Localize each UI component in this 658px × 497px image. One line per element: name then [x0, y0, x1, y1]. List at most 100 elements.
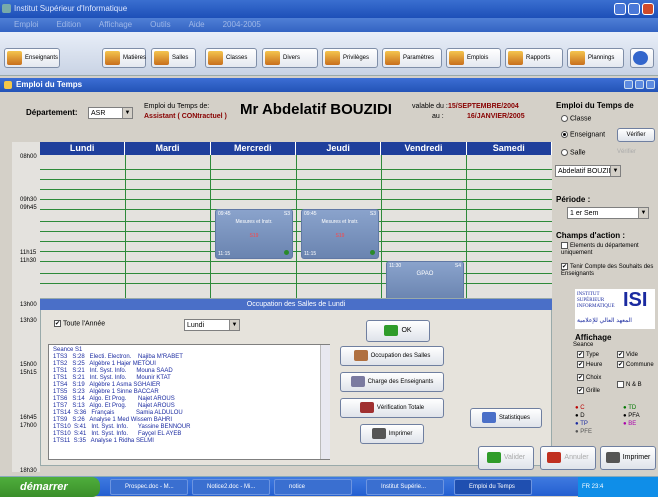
verification-totale-button[interactable]: Vérification Totale: [340, 398, 444, 418]
time-label: 15h15: [20, 370, 37, 376]
inner-minimize-button[interactable]: [624, 80, 633, 89]
schedule-card[interactable]: 09:45 S3 Mesures et Instr. S19 11:15: [215, 209, 293, 259]
schedule-grid[interactable]: 09:45 S3 Mesures et Instr. S19 11:15 09:…: [40, 155, 552, 298]
menu-year[interactable]: 2004-2005: [223, 20, 261, 29]
check-icon: [486, 451, 501, 463]
report-icon: [508, 51, 523, 65]
card-title: Mesures et Instr.: [321, 219, 359, 225]
grid-line: [40, 199, 552, 200]
salles-button[interactable]: Salles: [151, 48, 196, 68]
dept-select[interactable]: ASR ▼: [88, 107, 133, 119]
task-notice2[interactable]: Notice2.doc - Mi...: [192, 479, 270, 495]
affichage-label: Affichage: [575, 333, 612, 342]
menu-edition[interactable]: Edition: [56, 20, 80, 29]
time-label: 11h30: [20, 258, 37, 264]
statistiques-button[interactable]: Statistiques: [470, 408, 542, 428]
valid-to-label: au :: [432, 113, 444, 120]
toolbar: Enseignants Matières Salles Classes Dive…: [0, 32, 658, 76]
maximize-button[interactable]: [628, 3, 640, 15]
classes-button[interactable]: Classes: [205, 48, 257, 68]
rapports-button[interactable]: Rapports: [505, 48, 563, 68]
parametres-button[interactable]: Paramètres: [382, 48, 442, 68]
grille-checkbox[interactable]: ✔ Grille: [577, 387, 600, 394]
minimize-button[interactable]: [614, 3, 626, 15]
grid-divider: [381, 155, 382, 298]
time-label: 13h00: [20, 302, 37, 308]
day-vendredi: Vendredi: [381, 142, 467, 155]
verifier-button[interactable]: Vérifier: [617, 128, 655, 142]
enseignants-button[interactable]: Enseignants: [4, 48, 60, 68]
legend-tp: ● TP: [575, 421, 588, 427]
task-prospec[interactable]: Prospec.doc - M...: [110, 479, 188, 495]
annuler-button[interactable]: Annuler: [540, 446, 596, 470]
grid-divider: [466, 155, 467, 298]
valider-button[interactable]: Valider: [478, 446, 534, 470]
grid-divider: [296, 155, 297, 298]
legend-pfe: ● PFE: [575, 429, 592, 435]
verify-icon: [359, 401, 374, 413]
chevron-down-icon: ▼: [610, 166, 620, 176]
heure-checkbox[interactable]: ✔ Heure: [577, 361, 602, 368]
task-notice[interactable]: notice: [274, 479, 352, 495]
schedule-card[interactable]: 09:45 S3 Mesures et Instr. S19 11:15: [301, 209, 379, 259]
toute-annee-checkbox[interactable]: ✔ Toute l'Année: [54, 320, 105, 327]
schedule-header: Département: ASR ▼ Emploi du Temps de: As…: [12, 95, 552, 135]
menu-aide[interactable]: Aide: [189, 20, 205, 29]
printer-icon: [605, 451, 620, 463]
radio-enseignant[interactable]: Enseignant: [561, 131, 605, 138]
commune-checkbox[interactable]: ✔ Commune: [617, 361, 654, 368]
list-item: 1TS7 S:13 Algo. Et Prog. Najet AROUS: [53, 403, 175, 409]
type-checkbox[interactable]: ✔ Type: [577, 351, 599, 358]
task-emploi[interactable]: Emploi du Temps: [454, 479, 532, 495]
legend-td: ● TD: [623, 405, 637, 411]
dept-label: Département:: [26, 108, 78, 117]
occupation-salles-button[interactable]: Occupation des Salles: [340, 346, 444, 366]
help-icon: [633, 51, 648, 65]
close-button[interactable]: [642, 3, 654, 15]
privileges-button[interactable]: Privilèges: [322, 48, 378, 68]
matieres-button[interactable]: Matières: [102, 48, 146, 68]
menu-affichage[interactable]: Affichage: [99, 20, 132, 29]
time-label: 08h00: [20, 154, 37, 160]
imprimer-button[interactable]: Imprimer: [600, 446, 656, 470]
charge-enseignants-button[interactable]: Charge des Enseignants: [340, 372, 444, 392]
champs-label: Champs d'action :: [556, 231, 626, 240]
task-institut[interactable]: Institut Supérie...: [366, 479, 444, 495]
list-item: 1TS6 S:14 Algo. Et Prog. Najet AROUS: [53, 396, 175, 402]
emplois-button[interactable]: Emplois: [446, 48, 501, 68]
list-scrollbar[interactable]: [320, 345, 330, 459]
list-item: 1TS10 S:41 Int. Syst. Info. Yassine BENN…: [53, 424, 191, 430]
print-button[interactable]: Imprimer: [360, 424, 424, 444]
list-item: 1TS9 S:26 Analyse 1 Med Wissem BAHRI: [53, 417, 173, 423]
champ-souhaits-checkbox[interactable]: ✔ Tenir Compte des Souhaits des Enseignan…: [561, 263, 656, 278]
chevron-down-icon: ▼: [229, 320, 239, 330]
radio-salle[interactable]: Salle: [561, 149, 586, 156]
help-button[interactable]: [630, 48, 654, 68]
check-icon: [384, 324, 399, 336]
menu-outils[interactable]: Outils: [150, 20, 170, 29]
champ-dept-checkbox[interactable]: Elements du département uniquement: [561, 242, 656, 257]
choix-checkbox[interactable]: ✔ Choix: [577, 374, 601, 381]
inner-close-button[interactable]: [646, 80, 655, 89]
inner-window-title: Emploi du Temps: [0, 78, 658, 92]
grid-divider: [210, 155, 211, 298]
ok-button[interactable]: OK: [366, 320, 430, 342]
start-button[interactable]: démarrer: [0, 477, 100, 497]
radio-classe[interactable]: Classe: [561, 115, 591, 122]
teacher-icon: [7, 51, 22, 65]
day-select[interactable]: Lundi ▼: [184, 319, 240, 331]
periode-select[interactable]: 1 er Sem ▼: [567, 207, 649, 219]
vide-checkbox[interactable]: ✔ Vide: [617, 351, 638, 358]
list-item: 1TS14 S:36 Français Samia ALDULOU: [53, 410, 183, 416]
plannings-button[interactable]: Plannings: [567, 48, 624, 68]
menu-emploi[interactable]: Emploi: [14, 20, 38, 29]
divers-button[interactable]: Divers: [262, 48, 318, 68]
occupation-list[interactable]: Seance S1 1TS3 S:28 Electi. Electron. Na…: [48, 344, 330, 460]
valid-to: 16/JANVIER/2005: [467, 113, 525, 120]
nb-checkbox[interactable]: N & B: [617, 381, 642, 388]
grid-line: [40, 189, 552, 190]
schedule-card[interactable]: 11:30 S4 GPAO: [386, 261, 464, 298]
seance-label: Seance: [573, 342, 594, 348]
inner-maximize-button[interactable]: [635, 80, 644, 89]
teacher-select[interactable]: Abdelatif BOUZIDI ▼: [555, 165, 621, 177]
